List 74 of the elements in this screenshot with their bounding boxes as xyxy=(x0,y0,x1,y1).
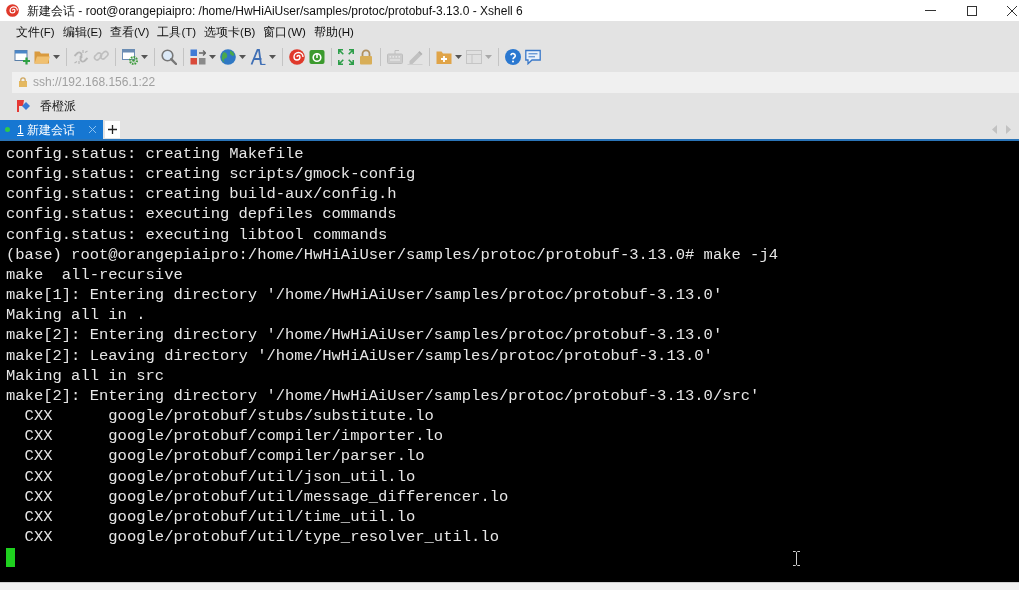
app-logo-icon xyxy=(6,4,19,17)
keyboard-icon xyxy=(387,49,403,65)
caret-icon xyxy=(485,55,492,59)
globe-icon xyxy=(220,49,236,65)
terminal-panel[interactable] xyxy=(0,141,1019,582)
new-window-icon xyxy=(14,49,30,65)
terminal-line: CXX google/protobuf/util/time_util.lo xyxy=(23,506,416,527)
menu-item[interactable]: 查看(V) xyxy=(106,23,154,42)
menu-item[interactable]: 帮助(H) xyxy=(309,23,358,42)
broken-link-icon xyxy=(73,49,89,65)
toolbar-button[interactable] xyxy=(248,46,278,68)
minimize-icon xyxy=(924,10,936,11)
squares-arrow-icon xyxy=(190,49,206,65)
bookmark-item[interactable]: 香橙派 xyxy=(15,97,78,115)
toolbar-button[interactable] xyxy=(503,46,523,68)
caret-icon xyxy=(455,55,462,59)
terminal-line: make[2]: Leaving directory '/home/HwHiAiUser/samples/protoc/protobuf-3.13.0' xyxy=(6,345,713,366)
terminal-line: make[2]: Entering directory '/home/HwHiAiUser/samples/protoc/protobuf-3.13.0/src' xyxy=(6,385,760,407)
new-tab-button[interactable] xyxy=(104,121,120,138)
caret-icon xyxy=(239,55,246,59)
terminal-line: make[1]: Entering directory '/home/HwHiAiUser/samples/protoc/protobuf-3.13.0' xyxy=(6,285,723,306)
menu-item[interactable]: 文件(F) xyxy=(12,23,59,42)
toolbar-button[interactable] xyxy=(336,46,356,68)
pen-icon xyxy=(407,49,423,65)
close-icon xyxy=(1007,5,1017,16)
menu-item[interactable]: 工具(T) xyxy=(153,23,201,42)
terminal-line: (base) root@orangepiaipro:/home/HwHiAiUser/samples/protoc/protobuf-3.13.0# make -j4 xyxy=(6,244,779,265)
text-pointer-icon xyxy=(793,551,800,566)
maximize-icon xyxy=(967,5,977,16)
terminal-line: CXX google/protobuf/util/type_resolver_util.lo xyxy=(23,526,499,548)
fullscreen-icon xyxy=(338,49,354,65)
close-icon[interactable] xyxy=(88,126,96,133)
menu-item[interactable]: 窗口(W) xyxy=(259,23,310,42)
address-text: ssh://192.168.156.1:22 xyxy=(33,74,156,91)
terminal-line: config.status: executing depfiles commands xyxy=(6,204,397,225)
terminal-line: CXX google/protobuf/util/message_differencer.lo xyxy=(23,486,509,507)
help-icon xyxy=(505,49,521,65)
menu-item[interactable]: 编辑(E) xyxy=(58,23,107,42)
spiral-icon xyxy=(289,49,305,65)
caret-icon xyxy=(209,55,216,59)
terminal-line: CXX google/protobuf/compiler/importer.lo xyxy=(23,426,444,447)
folder-icon xyxy=(34,49,50,65)
caret-icon xyxy=(141,55,148,59)
terminal-line: make all-recursive xyxy=(6,264,183,286)
session-tab[interactable]: 1 新建会话 xyxy=(0,120,103,139)
lock-icon xyxy=(19,77,27,87)
window-title: 新建会话 - root@orangepiaipro: /home/HwHiAiUser/samples/protoc/protobuf-3.13.0 - Xshell 6 xyxy=(27,2,523,20)
terminal-line: config.status: executing libtool commands xyxy=(6,224,388,245)
caret-icon xyxy=(53,55,60,59)
terminal-line: config.status: creating scripts/gmock-config xyxy=(6,164,416,185)
terminal-line: make[2]: Entering directory '/home/HwHiAiUser/samples/protoc/protobuf-3.13.0' xyxy=(6,325,723,346)
font-icon xyxy=(250,49,266,65)
flag-icon xyxy=(17,100,30,112)
plus-icon xyxy=(107,125,117,134)
window-gear-icon xyxy=(122,49,138,65)
terminal-line: config.status: creating build-aux/config.h xyxy=(6,184,397,205)
folder-plus-icon xyxy=(436,49,452,65)
toolbar-button[interactable] xyxy=(287,46,307,68)
terminal-line: config.status: creating Makefile xyxy=(6,144,304,165)
terminal-line: CXX google/protobuf/util/json_util.lo xyxy=(23,466,416,487)
layout-icon xyxy=(466,49,482,65)
menu-item[interactable]: 选项卡(B) xyxy=(200,23,260,42)
search-icon xyxy=(161,49,177,65)
terminal-line: Making all in . xyxy=(6,305,146,326)
toolbar-button[interactable] xyxy=(159,46,179,68)
app-tile-icon xyxy=(309,49,325,65)
terminal-line: Making all in src xyxy=(6,365,165,386)
chat-icon xyxy=(525,49,541,65)
terminal-line: CXX google/protobuf/compiler/parser.lo xyxy=(23,446,425,467)
lock-icon xyxy=(358,49,374,65)
caret-icon xyxy=(269,55,276,59)
toolbar-button[interactable] xyxy=(120,46,150,68)
terminal-line: CXX google/protobuf/stubs/substitute.lo xyxy=(23,406,434,427)
toolbar-button[interactable] xyxy=(218,46,248,68)
